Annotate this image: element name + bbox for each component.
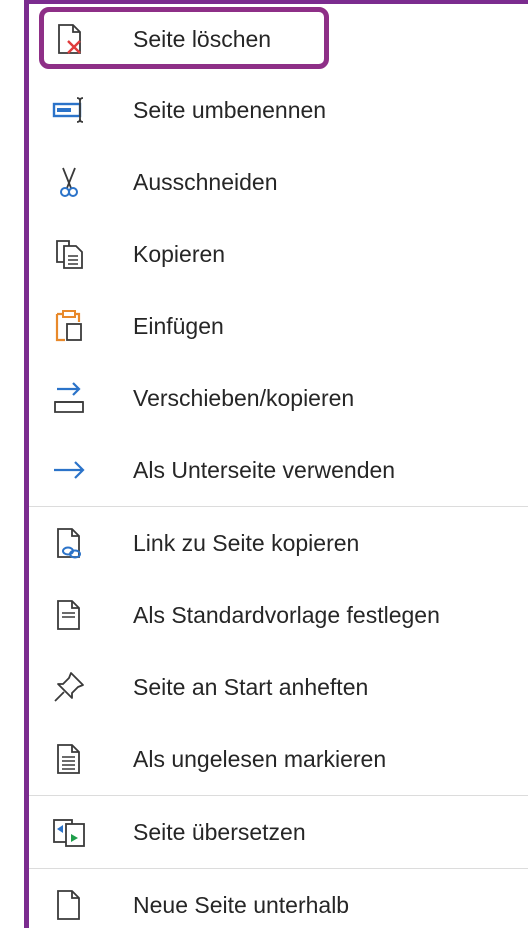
menu-item-new-page-below[interactable]: Neue Seite unterhalb [29, 869, 528, 941]
rename-icon [51, 92, 87, 128]
unread-page-icon [51, 741, 87, 777]
menu-item-copy-page-link[interactable]: Link zu Seite kopieren [29, 507, 528, 579]
new-page-icon [51, 887, 87, 923]
menu-item-label: Einfügen [133, 312, 224, 339]
paste-icon [51, 308, 87, 344]
scissors-icon [51, 164, 87, 200]
menu-item-label: Seite übersetzen [133, 818, 306, 845]
delete-page-icon [51, 21, 87, 57]
menu-item-label: Seite an Start anheften [133, 673, 369, 700]
menu-item-rename-page[interactable]: Seite umbenennen [29, 74, 528, 146]
menu-item-cut[interactable]: Ausschneiden [29, 146, 528, 218]
menu-item-label: Seite umbenennen [133, 96, 327, 123]
menu-item-label: Verschieben/kopieren [133, 384, 355, 411]
menu-item-paste[interactable]: Einfügen [29, 290, 528, 362]
template-icon [51, 597, 87, 633]
menu-item-copy[interactable]: Kopieren [29, 218, 528, 290]
menu-item-label: Kopieren [133, 240, 226, 267]
move-copy-icon [51, 380, 87, 416]
menu-item-set-default-template[interactable]: Als Standardvorlage festlegen [29, 579, 528, 651]
translate-icon [51, 814, 87, 850]
context-menu: Seite löschen Seite umbenennen Ausschnei… [29, 4, 528, 941]
pin-icon [51, 669, 87, 705]
copy-icon [51, 236, 87, 272]
menu-item-label: Ausschneiden [133, 168, 278, 195]
menu-item-label: Als Unterseite verwenden [133, 456, 396, 483]
menu-item-pin-to-start[interactable]: Seite an Start anheften [29, 651, 528, 723]
menu-item-label: Neue Seite unterhalb [133, 891, 350, 918]
arrow-right-icon [51, 452, 87, 488]
menu-item-delete-page[interactable]: Seite löschen [29, 4, 528, 74]
menu-item-label: Seite löschen [133, 25, 272, 52]
menu-item-label: Link zu Seite kopieren [133, 529, 360, 556]
menu-item-make-subpage[interactable]: Als Unterseite verwenden [29, 434, 528, 506]
menu-item-move-copy[interactable]: Verschieben/kopieren [29, 362, 528, 434]
menu-item-label: Als Standardvorlage festlegen [133, 601, 440, 628]
menu-item-label: Als ungelesen markieren [133, 745, 387, 772]
context-menu-window: Seite löschen Seite umbenennen Ausschnei… [0, 0, 528, 928]
menu-item-mark-unread[interactable]: Als ungelesen markieren [29, 723, 528, 795]
menu-item-translate-page[interactable]: Seite übersetzen [29, 796, 528, 868]
link-page-icon [51, 525, 87, 561]
